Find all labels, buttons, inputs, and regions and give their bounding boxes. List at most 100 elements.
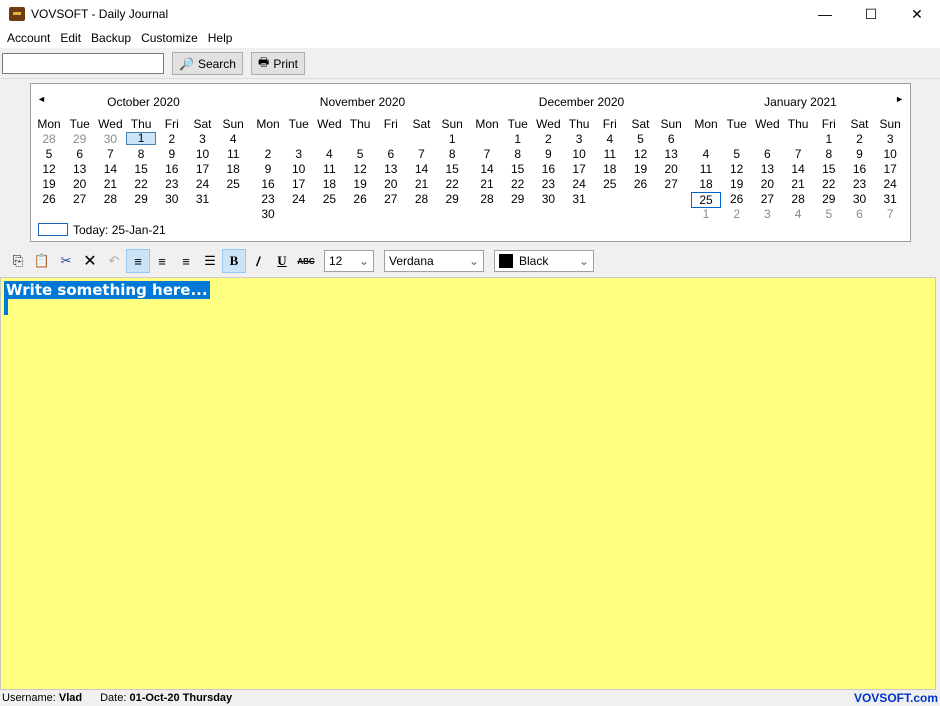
- calendar-day[interactable]: 17: [564, 162, 594, 176]
- calendar-day[interactable]: 9: [157, 147, 187, 161]
- calendar-day[interactable]: 15: [503, 162, 533, 176]
- calendar-day[interactable]: 10: [188, 147, 218, 161]
- calendar-day[interactable]: 30: [95, 132, 125, 146]
- calendar-day[interactable]: 19: [626, 162, 656, 176]
- underline-icon[interactable]: U: [270, 249, 294, 273]
- calendar-day-selected[interactable]: 1: [126, 132, 157, 145]
- calendar-day[interactable]: 14: [407, 162, 437, 176]
- calendar-day[interactable]: 14: [783, 162, 813, 176]
- calendar-day[interactable]: 26: [626, 177, 656, 191]
- calendar-day[interactable]: 21: [407, 177, 437, 191]
- calendar-day[interactable]: 12: [626, 147, 656, 161]
- calendar-day[interactable]: 29: [437, 192, 467, 206]
- font-color-select[interactable]: Black ⌄: [494, 250, 594, 272]
- calendar-day[interactable]: 15: [126, 162, 156, 176]
- calendar-day[interactable]: 5: [626, 132, 656, 146]
- calendar-day[interactable]: 3: [752, 207, 782, 221]
- calendar-day[interactable]: 20: [376, 177, 406, 191]
- align-left-icon[interactable]: ≡: [126, 249, 150, 273]
- calendar-day-today[interactable]: 25: [691, 192, 721, 208]
- menu-backup[interactable]: Backup: [86, 31, 136, 45]
- calendar-day[interactable]: 4: [595, 132, 625, 146]
- calendar-day[interactable]: 12: [34, 162, 64, 176]
- calendar-day[interactable]: 18: [691, 177, 721, 191]
- calendar-day[interactable]: 7: [783, 147, 813, 161]
- calendar-day[interactable]: 20: [656, 162, 686, 176]
- calendar-day[interactable]: 28: [472, 192, 502, 206]
- calendar-day[interactable]: 26: [34, 192, 64, 206]
- calendar-day[interactable]: 23: [533, 177, 563, 191]
- calendar-day[interactable]: 27: [752, 192, 782, 206]
- calendar-day[interactable]: 29: [126, 192, 156, 206]
- calendar-day[interactable]: 13: [752, 162, 782, 176]
- calendar-day[interactable]: 13: [65, 162, 95, 176]
- calendar-day[interactable]: 21: [472, 177, 502, 191]
- bullets-icon[interactable]: ☰: [198, 249, 222, 273]
- calendar-day[interactable]: 2: [533, 132, 563, 146]
- close-button[interactable]: ✕: [894, 0, 940, 28]
- calendar-day[interactable]: 23: [845, 177, 875, 191]
- calendar-day[interactable]: 2: [845, 132, 875, 146]
- calendar-day[interactable]: 10: [875, 147, 905, 161]
- calendar-day[interactable]: 11: [218, 147, 248, 161]
- calendar-day[interactable]: 13: [656, 147, 686, 161]
- align-center-icon[interactable]: ≡: [150, 249, 174, 273]
- calendar-day[interactable]: 3: [564, 132, 594, 146]
- calendar-day[interactable]: 10: [284, 162, 314, 176]
- calendar-day[interactable]: 3: [284, 147, 314, 161]
- cut-icon[interactable]: ✂: [54, 249, 78, 273]
- calendar-day[interactable]: 27: [376, 192, 406, 206]
- calendar-day[interactable]: 27: [656, 177, 686, 191]
- calendar-day[interactable]: 21: [783, 177, 813, 191]
- calendar-day[interactable]: 21: [95, 177, 125, 191]
- menu-edit[interactable]: Edit: [55, 31, 86, 45]
- copy-icon[interactable]: ⎘: [6, 249, 30, 273]
- calendar-day[interactable]: 7: [875, 207, 905, 221]
- calendar-day[interactable]: 8: [437, 147, 467, 161]
- calendar-day[interactable]: 7: [407, 147, 437, 161]
- calendar-day[interactable]: 23: [157, 177, 187, 191]
- calendar-day[interactable]: 12: [345, 162, 375, 176]
- calendar-day[interactable]: 18: [218, 162, 248, 176]
- calendar-day[interactable]: 22: [814, 177, 844, 191]
- calendar-day[interactable]: 1: [814, 132, 844, 146]
- calendar-day[interactable]: 5: [345, 147, 375, 161]
- calendar-day[interactable]: 24: [284, 192, 314, 206]
- menu-customize[interactable]: Customize: [136, 31, 203, 45]
- calendar-day[interactable]: 6: [65, 147, 95, 161]
- calendar-day[interactable]: 30: [157, 192, 187, 206]
- calendar-day[interactable]: 14: [472, 162, 502, 176]
- calendar-day[interactable]: 4: [314, 147, 344, 161]
- calendar-day[interactable]: 8: [503, 147, 533, 161]
- calendar-day[interactable]: 9: [253, 162, 283, 176]
- journal-editor[interactable]: Write something here...: [0, 277, 936, 690]
- calendar-day[interactable]: 15: [437, 162, 467, 176]
- calendar-day[interactable]: 27: [65, 192, 95, 206]
- calendar-day[interactable]: 18: [595, 162, 625, 176]
- search-button[interactable]: 🔎 Search: [172, 52, 243, 75]
- calendar-day[interactable]: 6: [656, 132, 686, 146]
- calendar-day[interactable]: 30: [845, 192, 875, 206]
- align-right-icon[interactable]: ≡: [174, 249, 198, 273]
- calendar-day[interactable]: 16: [253, 177, 283, 191]
- calendar-day[interactable]: 16: [533, 162, 563, 176]
- calendar-day[interactable]: 1: [437, 132, 467, 146]
- calendar-day[interactable]: 17: [284, 177, 314, 191]
- print-button[interactable]: 🖶 Print: [250, 52, 305, 75]
- calendar-day[interactable]: 28: [95, 192, 125, 206]
- calendar-day[interactable]: 6: [752, 147, 782, 161]
- calendar-day[interactable]: 20: [752, 177, 782, 191]
- calendar-day[interactable]: 26: [345, 192, 375, 206]
- calendar-day[interactable]: 11: [691, 162, 721, 176]
- calendar-day[interactable]: 20: [65, 177, 95, 191]
- calendar-day[interactable]: 19: [345, 177, 375, 191]
- calendar-day[interactable]: 2: [157, 132, 187, 146]
- calendar-day[interactable]: 25: [314, 192, 344, 206]
- maximize-button[interactable]: ☐: [848, 0, 894, 28]
- calendar-day[interactable]: 22: [126, 177, 156, 191]
- undo-icon[interactable]: ↶: [102, 249, 126, 273]
- font-name-select[interactable]: Verdana ⌄: [384, 250, 484, 272]
- calendar-day[interactable]: 24: [188, 177, 218, 191]
- calendar-day[interactable]: 13: [376, 162, 406, 176]
- vovsoft-link[interactable]: VOVSOFT.com: [854, 691, 938, 705]
